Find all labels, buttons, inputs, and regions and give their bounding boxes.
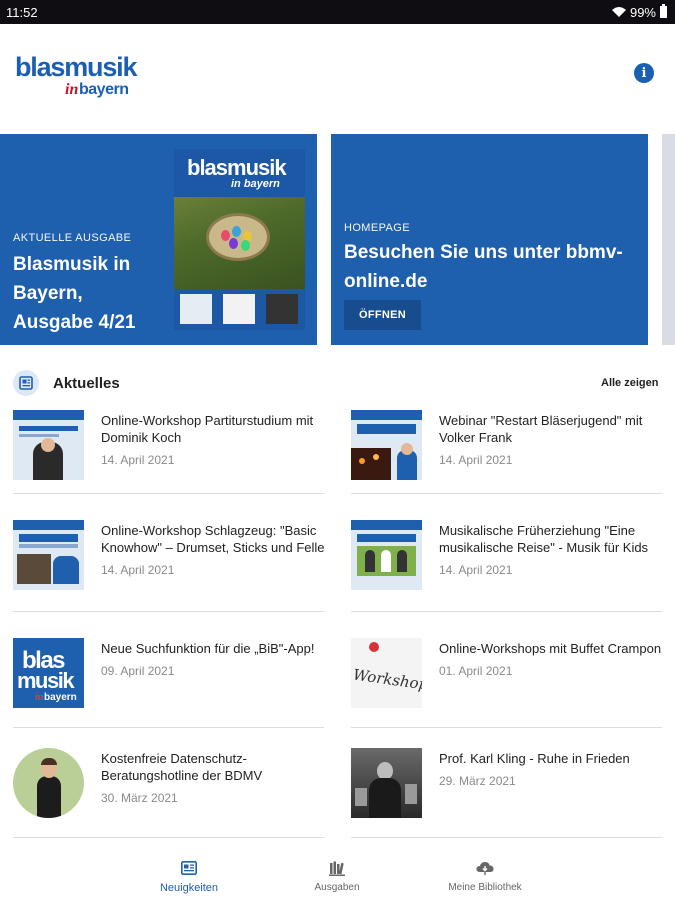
library-shelf-icon: [277, 859, 397, 877]
news-item[interactable]: Online-Workshop Schlagzeug: "Basic Knowh…: [13, 510, 325, 612]
news-thumbnail: [13, 520, 84, 590]
news-thumbnail: [13, 410, 84, 480]
cloud-download-icon: [425, 859, 545, 877]
svg-text:blasmusik: blasmusik: [15, 52, 138, 82]
homepage-card[interactable]: HOMEPAGE Besuchen Sie uns unter bbmv-onl…: [331, 134, 648, 345]
news-item[interactable]: blas musik in bayern Neue Suchfunktion f…: [13, 628, 324, 728]
news-icon: [13, 370, 39, 396]
news-item[interactable]: Musikalische Früherziehung "Eine musikal…: [351, 510, 662, 612]
current-issue-card[interactable]: AKTUELLE AUSGABE Blasmusik in Bayern, Au…: [0, 134, 317, 345]
svg-text:musik: musik: [17, 668, 75, 693]
card-title: Blasmusik in Bayern, Ausgabe 4/21: [13, 254, 136, 333]
open-button[interactable]: ÖFFNEN: [344, 300, 421, 330]
status-bar: 11:52 99%: [0, 0, 675, 24]
nav-tab-my-library[interactable]: Meine Bibliothek: [425, 859, 545, 893]
news-item[interactable]: Webinar "Restart Bläserjugend" mit Volke…: [351, 400, 662, 494]
news-title: Neue Suchfunktion für die „BiB"-App!: [101, 641, 315, 656]
news-thumbnail: [351, 748, 422, 818]
divider: [13, 493, 324, 494]
card-eyebrow: AKTUELLE AUSGABE: [13, 232, 132, 244]
svg-text:in: in: [65, 81, 78, 98]
featured-carousel[interactable]: AKTUELLE AUSGABE Blasmusik in Bayern, Au…: [0, 134, 675, 345]
divider: [13, 837, 324, 838]
app-logo: blasmusik in bayern: [15, 52, 155, 102]
news-thumbnail: Workshop: [351, 638, 422, 708]
news-date: 14. April 2021: [439, 563, 513, 577]
news-title: Prof. Karl Kling - Ruhe in Frieden: [439, 751, 630, 766]
news-item[interactable]: Workshop Online-Workshops mit Buffet Cra…: [351, 628, 662, 728]
news-title: Online-Workshops mit Buffet Crampon: [439, 641, 662, 656]
nav-label: Meine Bibliothek: [448, 882, 522, 893]
section-header: Aktuelles Alle zeigen: [0, 368, 675, 398]
news-list: Online-Workshop Partiturstudium mit Domi…: [0, 400, 675, 840]
news-date: 29. März 2021: [439, 774, 516, 788]
card-title: Besuchen Sie uns unter bbmv-online.de: [344, 242, 623, 292]
news-date: 01. April 2021: [439, 664, 513, 678]
svg-text:bayern: bayern: [79, 81, 128, 98]
news-thumbnail: [13, 748, 84, 818]
nav-tab-news[interactable]: Neuigkeiten: [129, 859, 249, 894]
news-thumbnail: [351, 520, 422, 590]
news-title: Online-Workshop Schlagzeug: "Basic Knowh…: [101, 523, 325, 555]
news-title: Kostenfreie Datenschutz-Beratungshotline…: [101, 751, 263, 783]
next-card-peek[interactable]: [662, 134, 675, 345]
battery-percent: 99%: [629, 4, 656, 20]
news-item[interactable]: Prof. Karl Kling - Ruhe in Frieden 29. M…: [351, 738, 662, 838]
nav-label: Ausgaben: [314, 882, 360, 893]
news-item[interactable]: Online-Workshop Partiturstudium mit Domi…: [13, 400, 324, 494]
status-indicators: 99%: [611, 4, 667, 20]
status-time: 11:52: [6, 4, 38, 20]
svg-text:Workshop: Workshop: [352, 665, 422, 693]
news-date: 14. April 2021: [101, 563, 175, 577]
news-title: Musikalische Früherziehung "Eine musikal…: [439, 523, 649, 555]
divider: [351, 611, 662, 612]
bottom-navigation: Neuigkeiten Ausgaben Meine Bibliothek: [0, 853, 675, 900]
divider: [351, 493, 662, 494]
battery-icon: [660, 4, 667, 18]
divider: [351, 727, 662, 728]
divider: [13, 611, 324, 612]
nav-tab-issues[interactable]: Ausgaben: [277, 859, 397, 893]
news-item[interactable]: Kostenfreie Datenschutz-Beratungshotline…: [13, 738, 324, 838]
news-title: Webinar "Restart Bläserjugend" mit Volke…: [439, 413, 643, 445]
card-eyebrow: HOMEPAGE: [344, 222, 410, 234]
news-thumbnail: [351, 410, 422, 480]
app-header: blasmusik in bayern i: [0, 24, 675, 130]
news-date: 30. März 2021: [101, 791, 178, 805]
news-date: 14. April 2021: [101, 453, 175, 467]
divider: [351, 837, 662, 838]
show-all-link[interactable]: Alle zeigen: [601, 377, 658, 389]
nav-label: Neuigkeiten: [159, 882, 219, 894]
cover-logo-sub: in bayern: [231, 178, 280, 190]
news-date: 14. April 2021: [439, 453, 513, 467]
divider: [13, 727, 324, 728]
news-icon: [129, 859, 249, 877]
easter-basket: [206, 213, 270, 261]
news-date: 09. April 2021: [101, 664, 175, 678]
svg-text:in: in: [35, 692, 44, 703]
svg-text:bayern: bayern: [44, 692, 77, 703]
info-icon[interactable]: i: [634, 63, 654, 83]
magazine-cover-image[interactable]: blasmusik in bayern: [174, 149, 305, 330]
news-title: Online-Workshop Partiturstudium mit Domi…: [101, 413, 314, 445]
section-title: Aktuelles: [53, 375, 120, 392]
news-thumbnail: blas musik in bayern: [13, 638, 84, 708]
wifi-icon: [611, 7, 626, 17]
